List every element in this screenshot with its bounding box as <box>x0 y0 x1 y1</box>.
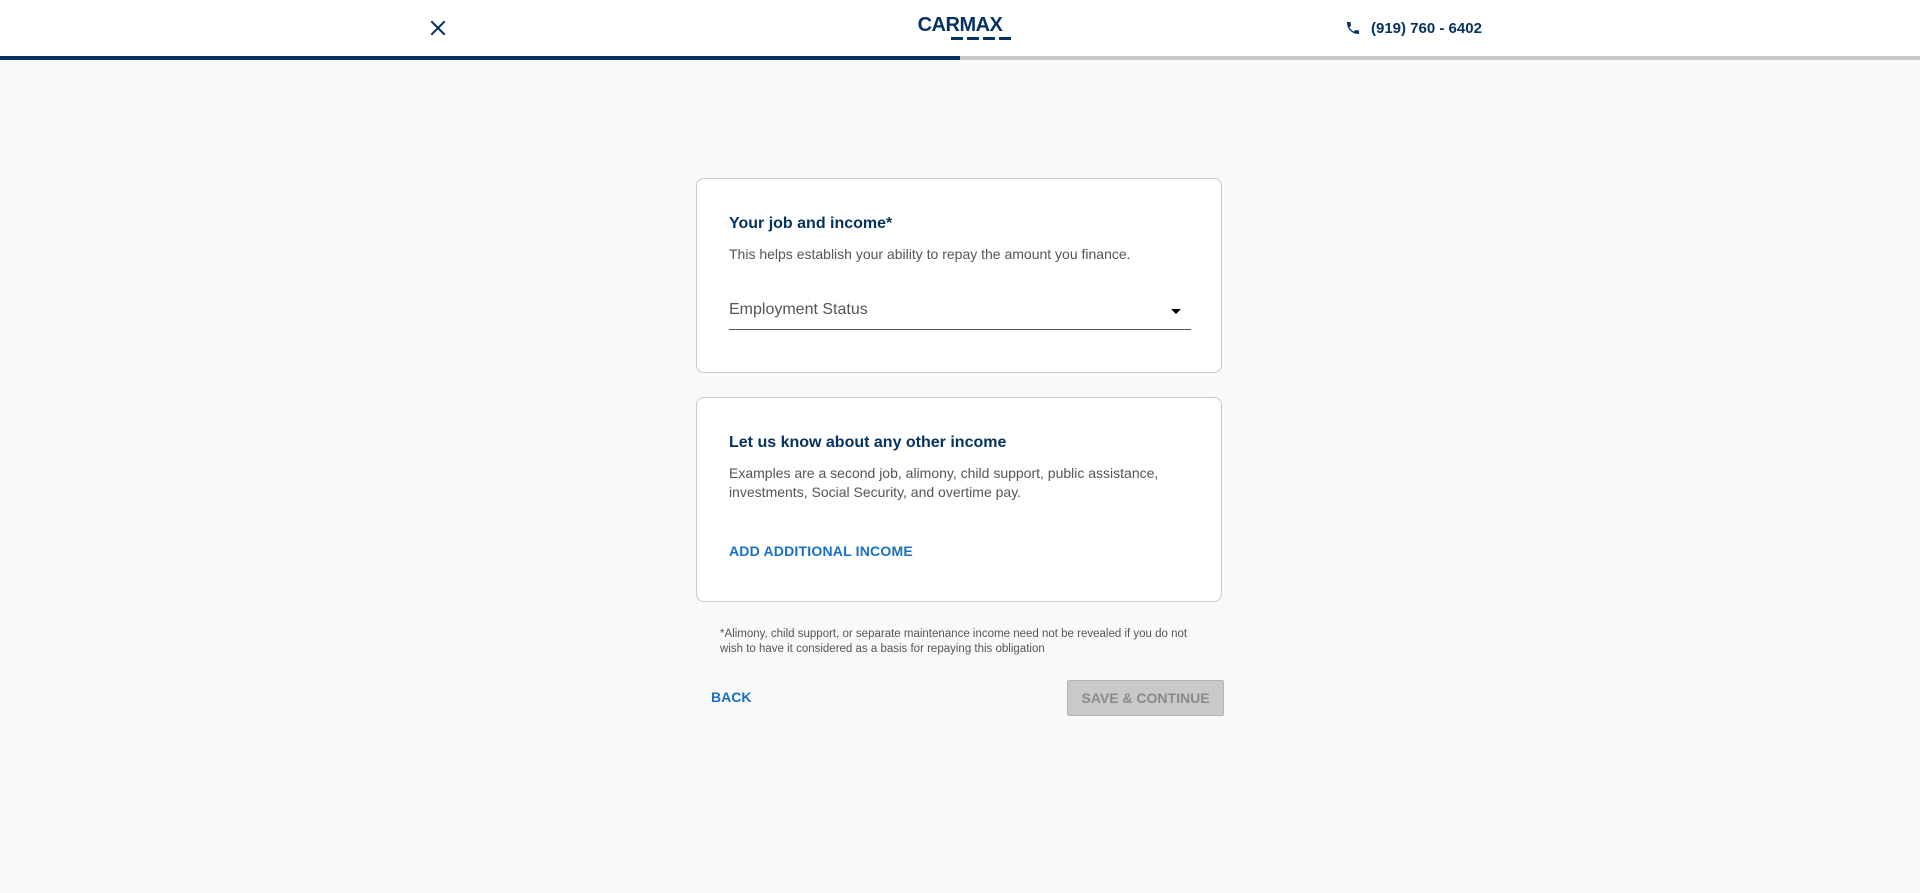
phone-number: (919) 760 - 6402 <box>1371 19 1482 37</box>
employment-status-label: Employment Status <box>729 301 868 318</box>
carmax-logo[interactable]: CARMAX <box>909 15 1011 41</box>
other-income-card: Let us know about any other income Examp… <box>696 397 1222 602</box>
other-income-title: Let us know about any other income <box>729 434 1007 451</box>
other-income-description: Examples are a second job, alimony, chil… <box>729 465 1159 500</box>
progress-bar-fill <box>0 56 960 60</box>
top-header: CARMAX (919) 760 - 6402 <box>0 0 1920 56</box>
logo-text: CARMAX <box>917 14 1003 36</box>
logo-dashes <box>909 37 1011 40</box>
close-icon <box>430 20 446 36</box>
job-income-description: This helps establish your ability to rep… <box>729 246 1131 262</box>
progress-bar <box>0 56 1920 60</box>
job-income-card: Your job and income* This helps establis… <box>696 178 1222 373</box>
job-income-title: Your job and income* <box>729 215 893 232</box>
alimony-disclaimer: *Alimony, child support, or separate mai… <box>720 628 1188 655</box>
phone-link[interactable]: (919) 760 - 6402 <box>1345 18 1482 38</box>
employment-status-select[interactable]: Employment Status <box>729 297 1191 330</box>
close-button[interactable] <box>426 16 450 40</box>
back-button[interactable]: BACK <box>711 689 751 705</box>
caret-down-icon <box>1171 309 1181 314</box>
add-additional-income-button[interactable]: ADD ADDITIONAL INCOME <box>729 543 913 559</box>
phone-icon <box>1347 22 1359 34</box>
save-continue-button[interactable]: SAVE & CONTINUE <box>1067 680 1224 716</box>
